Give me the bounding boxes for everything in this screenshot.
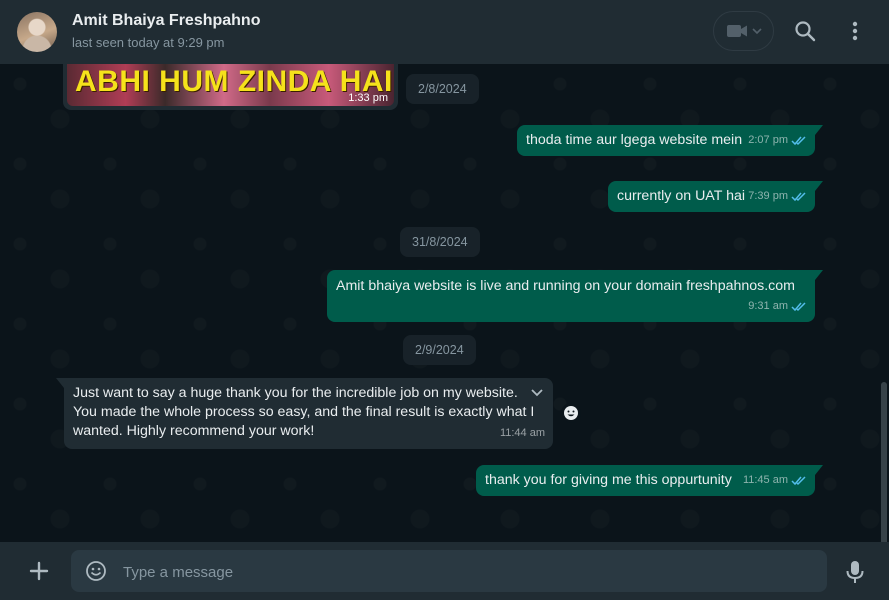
- react-button[interactable]: [561, 403, 581, 423]
- message-time: 11:44 am: [499, 427, 545, 439]
- outgoing-message[interactable]: currently on UAT hai 7:39 pm: [608, 181, 823, 212]
- bubble-tail: [56, 378, 64, 388]
- date-separator: 2/8/2024: [406, 74, 479, 104]
- message-meta: 11:45 am: [743, 471, 807, 490]
- read-receipt-icon: [791, 302, 806, 312]
- message-time: 7:39 pm: [748, 190, 788, 202]
- outgoing-message[interactable]: thoda time aur lgega website mein 2:07 p…: [517, 125, 823, 156]
- message-text: thoda time aur lgega website mein: [526, 132, 743, 148]
- outgoing-message[interactable]: Amit bhaiya website is live and running …: [327, 270, 823, 322]
- message-text: Amit bhaiya website is live and running …: [336, 278, 795, 294]
- mic-icon[interactable]: [845, 560, 865, 584]
- message-list[interactable]: ABHI HUM ZINDA HAI 1:33 pm 2/8/2024 thod…: [0, 64, 889, 542]
- contact-name[interactable]: Amit Bhaiya Freshpahno: [72, 12, 260, 30]
- media-time: 1:33 pm: [348, 92, 388, 104]
- contact-avatar[interactable]: [17, 12, 57, 52]
- chat-scrollbar[interactable]: [881, 382, 887, 542]
- last-seen-status: last seen today at 9:29 pm: [72, 35, 225, 50]
- outgoing-message[interactable]: thank you for giving me this oppurtunity…: [476, 465, 823, 496]
- menu-icon[interactable]: [851, 21, 859, 41]
- chat-header: Amit Bhaiya Freshpahno last seen today a…: [0, 0, 889, 64]
- bubble-tail: [815, 125, 823, 135]
- emoji-icon[interactable]: [85, 560, 107, 582]
- incoming-message[interactable]: Just want to say a huge thank you for th…: [56, 378, 553, 449]
- media-caption: ABHI HUM ZINDA HAI: [75, 65, 393, 98]
- message-text: Just want to say a huge thank you for th…: [73, 385, 535, 439]
- message-time: 2:07 pm: [748, 134, 788, 146]
- message-meta: 7:39 pm: [748, 187, 807, 206]
- read-receipt-icon: [791, 476, 806, 486]
- search-icon[interactable]: [794, 20, 816, 42]
- smiley-react-icon: [564, 406, 578, 420]
- message-time: 11:45 am: [742, 474, 788, 486]
- read-receipt-icon: [791, 192, 806, 202]
- message-meta: 9:31 am: [748, 297, 807, 316]
- message-meta: 2:07 pm: [748, 131, 807, 150]
- message-text: thank you for giving me this oppurtunity: [485, 472, 732, 488]
- message-time: 9:31 am: [748, 300, 788, 312]
- video-call-button[interactable]: [713, 11, 774, 51]
- date-separator: 31/8/2024: [400, 227, 480, 257]
- media-message[interactable]: ABHI HUM ZINDA HAI 1:33 pm: [63, 64, 398, 110]
- bubble-tail: [815, 181, 823, 191]
- media-image[interactable]: ABHI HUM ZINDA HAI 1:33 pm: [67, 64, 394, 106]
- video-call-icon: [726, 25, 747, 37]
- message-composer: [0, 542, 889, 600]
- bubble-tail: [815, 270, 823, 280]
- message-input-box[interactable]: [71, 550, 827, 594]
- chevron-down-icon: [751, 28, 762, 35]
- message-text: currently on UAT hai: [617, 188, 746, 204]
- date-separator: 2/9/2024: [403, 335, 476, 365]
- bubble-tail: [815, 465, 823, 475]
- plus-icon[interactable]: [28, 560, 50, 582]
- read-receipt-icon: [791, 136, 806, 146]
- message-input[interactable]: [121, 550, 815, 594]
- chevron-down-icon[interactable]: [530, 388, 544, 398]
- message-meta: 11:44 am: [500, 424, 545, 443]
